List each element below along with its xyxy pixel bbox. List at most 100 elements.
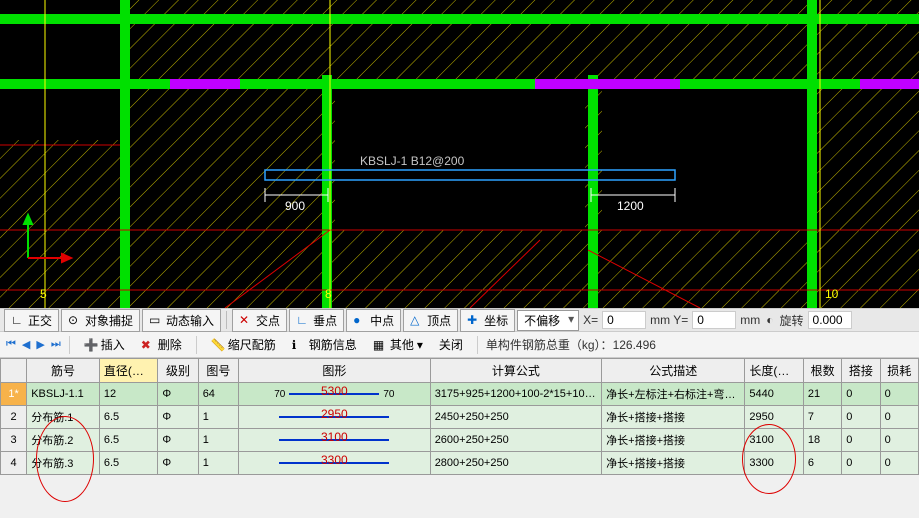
table-cell[interactable]: 分布筋.2	[27, 429, 100, 452]
table-cell[interactable]: 3100	[239, 429, 431, 452]
table-cell[interactable]: 2800+250+250	[430, 452, 601, 475]
delete-button[interactable]: ✖删除	[135, 334, 188, 355]
offset-mode-combo[interactable]: 不偏移	[517, 310, 579, 331]
table-cell[interactable]: 3300	[745, 452, 804, 475]
table-cell[interactable]: 53007070	[239, 383, 431, 406]
col-header[interactable]: 图形	[239, 359, 431, 383]
table-cell[interactable]: 2	[1, 406, 27, 429]
ortho-icon: ∟	[11, 313, 25, 327]
table-cell[interactable]: 3300	[239, 452, 431, 475]
col-header[interactable]: 长度(mm)	[745, 359, 804, 383]
col-header[interactable]: 搭接	[842, 359, 880, 383]
table-row[interactable]: 3分布筋.26.5Φ131002600+250+250净长+搭接+搭接31001…	[1, 429, 919, 452]
table-cell[interactable]: 0	[880, 406, 918, 429]
table-cell[interactable]: Φ	[158, 406, 198, 429]
cad-canvas[interactable]: KBSLJ-1 B12@200 900 1200 5 8 10	[0, 0, 919, 308]
x-value[interactable]: 0	[602, 311, 646, 329]
close-button[interactable]: 关闭	[433, 334, 469, 355]
nav-last[interactable]: ⏭	[51, 338, 61, 351]
col-header[interactable]: 图号	[198, 359, 238, 383]
delete-icon: ✖	[141, 338, 155, 352]
table-cell[interactable]: 1	[198, 429, 238, 452]
other-icon: ▦	[373, 338, 387, 352]
table-cell[interactable]: Φ	[158, 383, 198, 406]
table-cell[interactable]: 净长+左标注+右标注+弯折+弯折	[602, 383, 745, 406]
nav-first[interactable]: ⏮	[6, 338, 16, 351]
table-cell[interactable]: 分布筋.1	[27, 406, 100, 429]
table-cell[interactable]: 净长+搭接+搭接	[602, 406, 745, 429]
snap-intersection[interactable]: ✕交点	[232, 309, 287, 332]
osnap-toggle[interactable]: ⊙对象捕捉	[61, 309, 140, 332]
rotate-value[interactable]: 0.000	[808, 311, 852, 329]
table-cell[interactable]: 0	[842, 406, 880, 429]
table-cell[interactable]: 5440	[745, 383, 804, 406]
table-row[interactable]: 1*KBSLJ-1.112Φ64530070703175+925+1200+10…	[1, 383, 919, 406]
cad-axis-5: 5	[40, 287, 47, 301]
snap-perpendicular[interactable]: ∟垂点	[289, 309, 344, 332]
total-weight-value: 126.496	[613, 338, 656, 352]
rebar-info-button[interactable]: ℹ钢筋信息	[286, 334, 363, 355]
table-row[interactable]: 2分布筋.16.5Φ129502450+250+250净长+搭接+搭接29507…	[1, 406, 919, 429]
other-menu[interactable]: ▦其他 ▾	[367, 334, 429, 355]
table-cell[interactable]: 1*	[1, 383, 27, 406]
col-header[interactable]: 公式描述	[602, 359, 745, 383]
table-cell[interactable]: 6.5	[99, 429, 158, 452]
snap-coord[interactable]: ✚坐标	[460, 309, 515, 332]
table-cell[interactable]: 净长+搭接+搭接	[602, 429, 745, 452]
table-cell[interactable]: KBSLJ-1.1	[27, 383, 100, 406]
table-cell[interactable]: 2600+250+250	[430, 429, 601, 452]
table-cell[interactable]: 0	[842, 429, 880, 452]
table-cell[interactable]: 2950	[239, 406, 431, 429]
table-cell[interactable]: 1	[198, 452, 238, 475]
status-bar: ∟正交 ⊙对象捕捉 ▭动态输入 ✕交点 ∟垂点 ●中点 △顶点 ✚坐标 不偏移 …	[0, 308, 919, 332]
y-value[interactable]: 0	[692, 311, 736, 329]
table-cell[interactable]: 6.5	[99, 406, 158, 429]
col-header[interactable]: 级别	[158, 359, 198, 383]
table-cell[interactable]: 3175+925+1200+100-2*15+100-2*15	[430, 383, 601, 406]
table-cell[interactable]: 7	[803, 406, 841, 429]
table-cell[interactable]: 0	[842, 383, 880, 406]
table-cell[interactable]: 2950	[745, 406, 804, 429]
snap-vertex[interactable]: △顶点	[403, 309, 458, 332]
table-cell[interactable]: 3	[1, 429, 27, 452]
record-nav: ⏮ ◀ ▶ ⏭	[6, 338, 61, 351]
cad-axis-8: 8	[325, 287, 332, 301]
table-cell[interactable]: 0	[842, 452, 880, 475]
table-cell[interactable]: 净长+搭接+搭接	[602, 452, 745, 475]
x-label: X=	[581, 313, 600, 327]
snap-midpoint[interactable]: ●中点	[346, 309, 401, 332]
table-cell[interactable]: 0	[880, 452, 918, 475]
col-header[interactable]: 直径(mm)	[99, 359, 158, 383]
record-toolbar: ⏮ ◀ ▶ ⏭ ➕插入 ✖删除 📏缩尺配筋 ℹ钢筋信息 ▦其他 ▾ 关闭 单构件…	[0, 332, 919, 358]
total-weight-label: 单构件钢筋总重（kg）：126.496	[486, 336, 656, 353]
col-header[interactable]: 根数	[803, 359, 841, 383]
cad-axis-10: 10	[825, 287, 839, 301]
table-cell[interactable]: 6.5	[99, 452, 158, 475]
table-cell[interactable]: 1	[198, 406, 238, 429]
ortho-toggle[interactable]: ∟正交	[4, 309, 59, 332]
table-cell[interactable]: 64	[198, 383, 238, 406]
table-cell[interactable]: 分布筋.3	[27, 452, 100, 475]
scale-rebar-button[interactable]: 📏缩尺配筋	[205, 334, 282, 355]
table-cell[interactable]: Φ	[158, 429, 198, 452]
table-cell[interactable]: Φ	[158, 452, 198, 475]
col-header[interactable]: 筋号	[27, 359, 100, 383]
dyn-input-toggle[interactable]: ▭动态输入	[142, 309, 221, 332]
table-cell[interactable]: 0	[880, 429, 918, 452]
table-cell[interactable]: 2450+250+250	[430, 406, 601, 429]
table-cell[interactable]: 21	[803, 383, 841, 406]
table-cell[interactable]: 0	[880, 383, 918, 406]
table-cell[interactable]: 18	[803, 429, 841, 452]
table-cell[interactable]: 12	[99, 383, 158, 406]
col-header[interactable]: 计算公式	[430, 359, 601, 383]
rebar-table[interactable]: 筋号直径(mm)级别图号图形计算公式公式描述长度(mm)根数搭接损耗 1*KBS…	[0, 358, 919, 475]
table-cell[interactable]: 6	[803, 452, 841, 475]
table-cell[interactable]: 4	[1, 452, 27, 475]
insert-button[interactable]: ➕插入	[78, 334, 131, 355]
col-header[interactable]	[1, 359, 27, 383]
col-header[interactable]: 损耗	[880, 359, 918, 383]
table-cell[interactable]: 3100	[745, 429, 804, 452]
nav-prev[interactable]: ◀	[22, 338, 30, 351]
table-row[interactable]: 4分布筋.36.5Φ133002800+250+250净长+搭接+搭接33006…	[1, 452, 919, 475]
nav-next[interactable]: ▶	[36, 338, 44, 351]
